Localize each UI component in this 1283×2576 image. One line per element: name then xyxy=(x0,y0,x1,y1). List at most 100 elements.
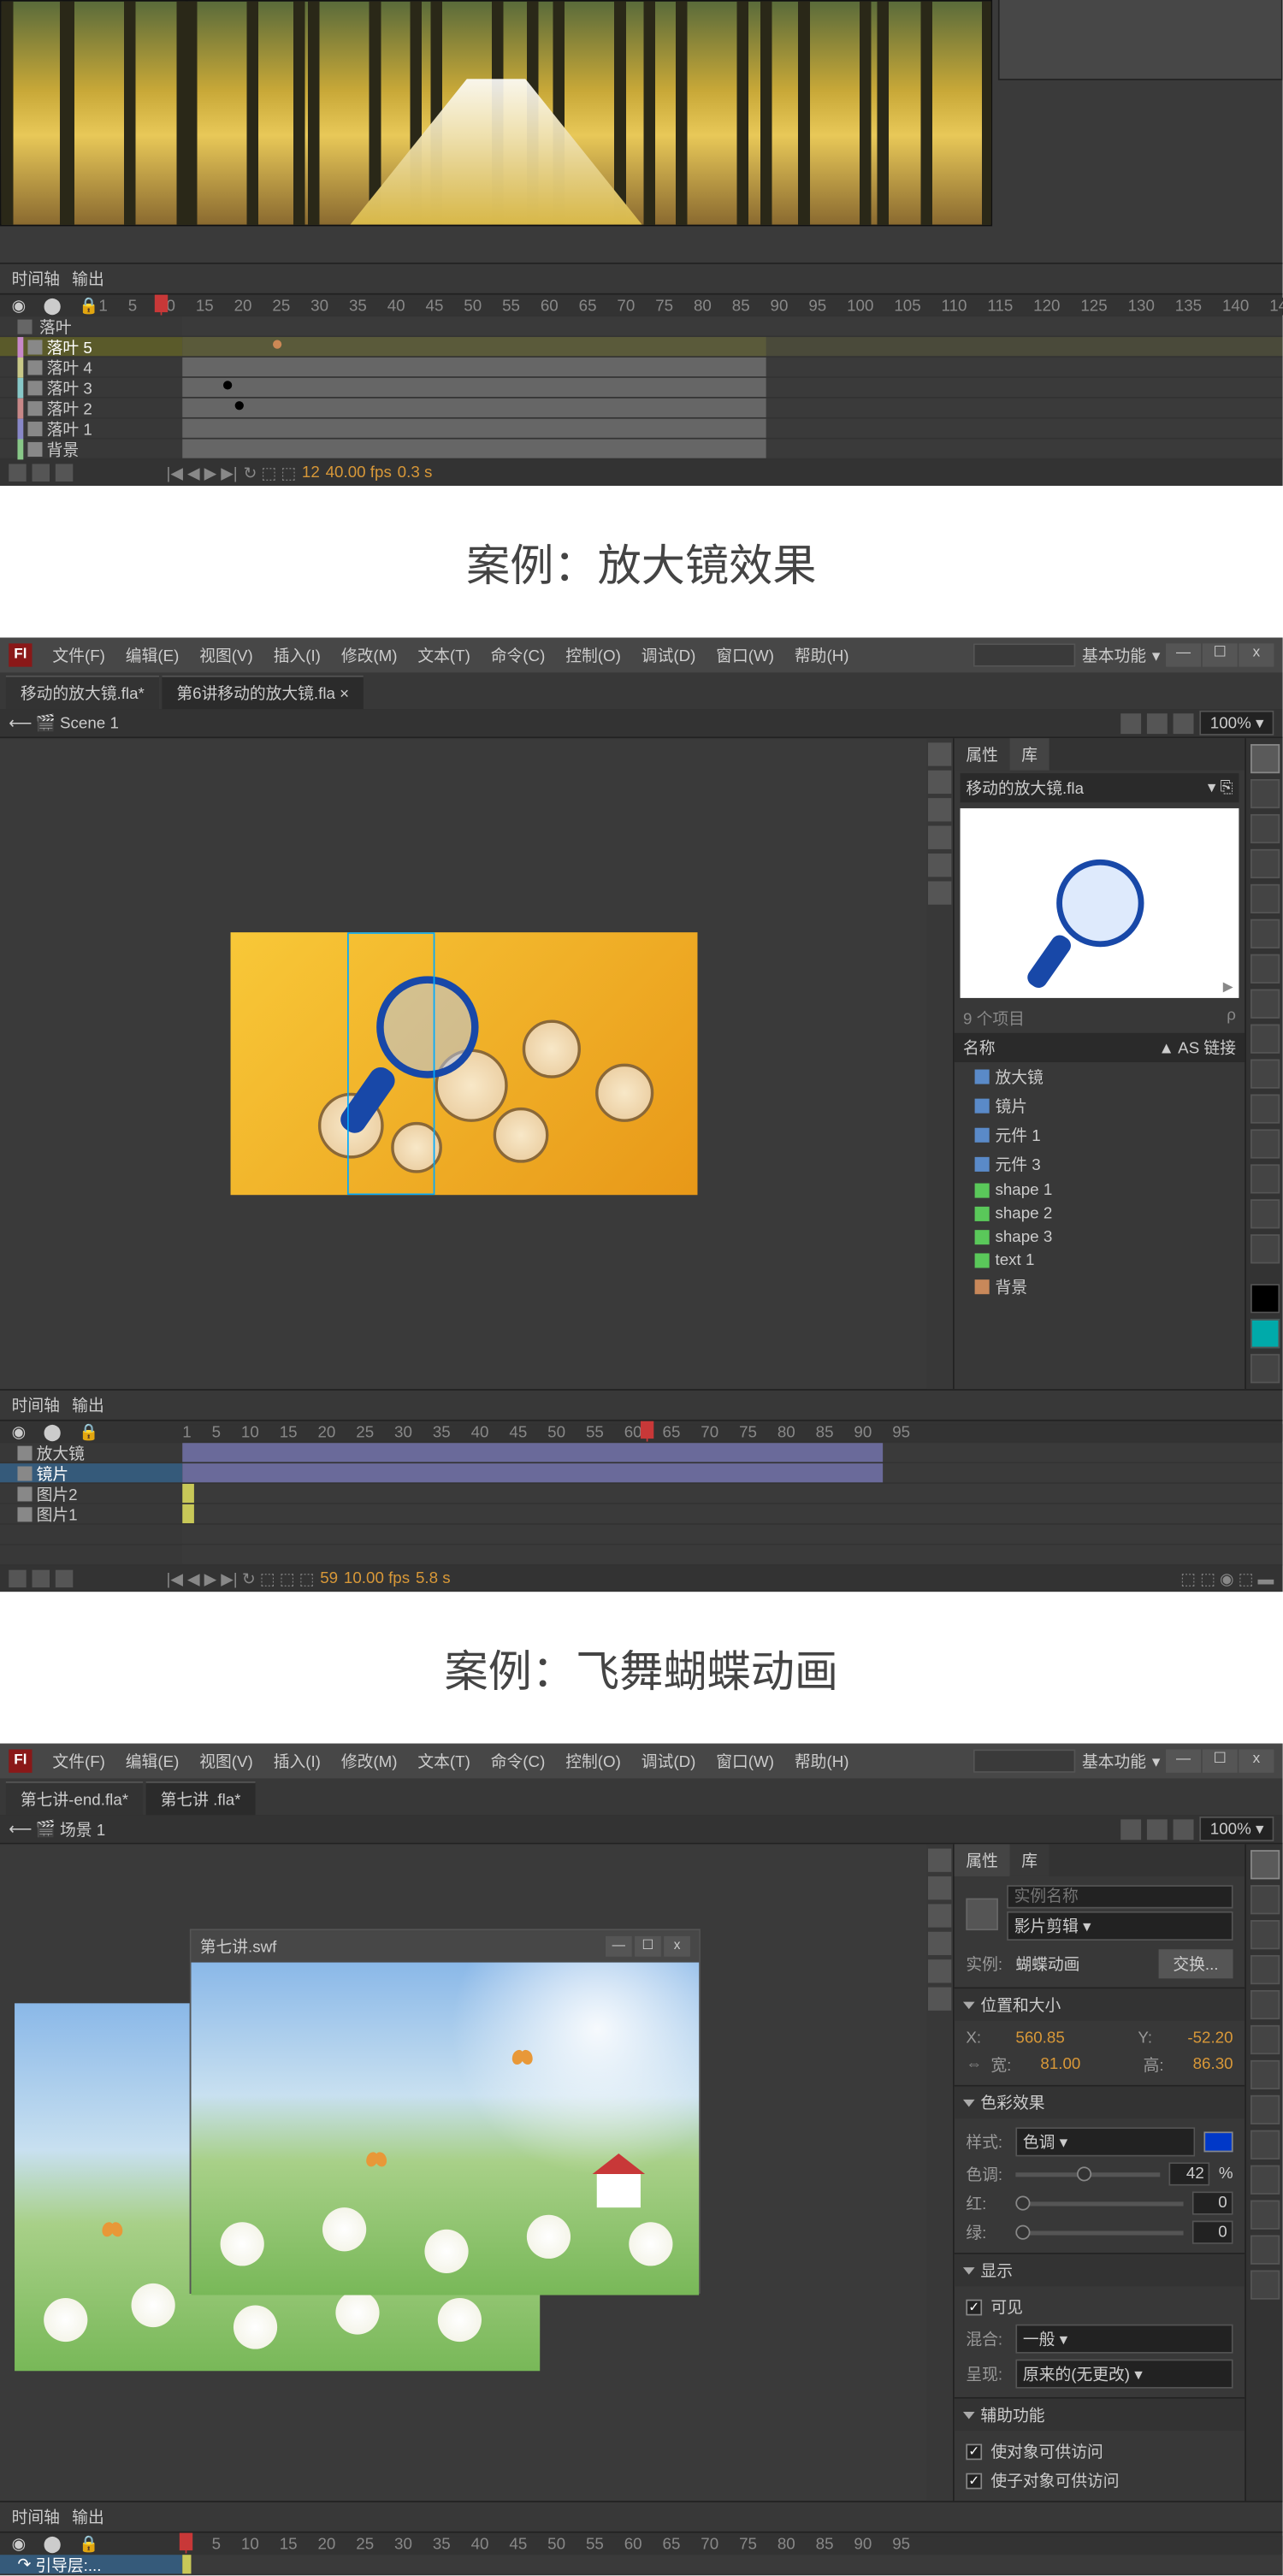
blend-dropdown[interactable]: 一般 ▾ xyxy=(1015,2325,1233,2354)
menu-modify[interactable]: 修改(M) xyxy=(333,641,406,670)
output-tab[interactable]: 输出 xyxy=(72,1397,104,1415)
swap-colors-icon[interactable] xyxy=(1250,1354,1280,1383)
menu-file[interactable]: 文件(F) xyxy=(44,1746,114,1775)
preview-close[interactable]: x xyxy=(664,1936,690,1957)
visible-checkbox[interactable] xyxy=(966,2299,982,2315)
edit-scene-icon[interactable] xyxy=(1121,712,1142,733)
layer-lens[interactable]: 镜片 xyxy=(0,1463,182,1482)
fill-color-icon[interactable] xyxy=(1250,1319,1280,1348)
acc-object-checkbox[interactable] xyxy=(966,2443,982,2460)
delete-layer-icon[interactable] xyxy=(56,464,73,482)
properties-tab[interactable]: 属性 xyxy=(955,738,1010,771)
layer-leaf1[interactable]: 落叶 1 xyxy=(0,419,182,438)
output-tab[interactable]: 输出 xyxy=(72,271,104,288)
library-tab[interactable]: 库 xyxy=(1010,1844,1049,1876)
paint-bucket-tool-icon[interactable] xyxy=(1250,1095,1280,1124)
style-dropdown[interactable]: 色调 ▾ xyxy=(1015,2127,1195,2156)
lib-item[interactable]: 放大镜 xyxy=(955,1062,1245,1091)
menu-view[interactable]: 视图(V) xyxy=(191,1746,262,1775)
playhead[interactable] xyxy=(160,297,162,314)
zoom-dropdown[interactable]: 100% ▾ xyxy=(1200,1817,1274,1841)
eyedropper-tool-icon[interactable] xyxy=(1250,1129,1280,1158)
tint-color-swatch[interactable] xyxy=(1203,2131,1233,2152)
file-tab-2[interactable]: 第七讲 .fla* xyxy=(146,1781,256,1815)
menu-control[interactable]: 控制(O) xyxy=(557,1746,630,1775)
maximize-button[interactable]: ☐ xyxy=(1203,643,1238,666)
menu-window[interactable]: 窗口(W) xyxy=(707,641,783,670)
y-value[interactable]: -52.20 xyxy=(1187,2029,1233,2047)
menu-text[interactable]: 文本(T) xyxy=(409,1746,479,1775)
preview-maximize[interactable]: ☐ xyxy=(635,1936,661,1957)
acc-children-checkbox[interactable] xyxy=(966,2473,982,2489)
lib-item[interactable]: 元件 1 xyxy=(955,1120,1245,1149)
output-tab[interactable]: 输出 xyxy=(72,2509,104,2526)
instance-type-dropdown[interactable]: 影片剪辑 ▾ xyxy=(1007,1911,1233,1941)
file-tab-1[interactable]: 移动的放大镜.fla* xyxy=(6,676,159,709)
menu-view[interactable]: 视图(V) xyxy=(191,641,262,670)
red-slider[interactable] xyxy=(1015,2201,1183,2206)
canvas[interactable]: 第七讲.swf — ☐ x xyxy=(0,1844,926,2501)
swf-preview-window[interactable]: 第七讲.swf — ☐ x xyxy=(190,1929,701,2294)
tint-slider[interactable] xyxy=(1015,2171,1160,2176)
menu-window[interactable]: 窗口(W) xyxy=(707,1746,783,1775)
menu-file[interactable]: 文件(F) xyxy=(44,641,114,670)
menu-control[interactable]: 控制(O) xyxy=(557,641,630,670)
rectangle-tool-icon[interactable] xyxy=(1250,2095,1280,2124)
new-layer-icon[interactable] xyxy=(9,464,26,482)
layer-image2[interactable]: 图片2 xyxy=(0,1484,182,1503)
lib-header-link[interactable]: ▲ AS 链接 xyxy=(1158,1036,1236,1059)
x-value[interactable]: 560.85 xyxy=(1015,2029,1064,2047)
menu-help[interactable]: 帮助(H) xyxy=(786,1746,858,1775)
layer-leaf3[interactable]: 落叶 3 xyxy=(0,378,182,397)
brush-tool-icon[interactable] xyxy=(1250,2165,1280,2195)
pencil-tool-icon[interactable] xyxy=(1250,1025,1280,1054)
lib-item[interactable]: 镜片 xyxy=(955,1091,1245,1120)
file-tab-2[interactable]: 第6讲移动的放大镜.fla × xyxy=(162,676,364,709)
stage-1[interactable] xyxy=(0,0,1283,263)
render-dropdown[interactable]: 原来的(无更改) ▾ xyxy=(1015,2360,1233,2389)
red-pct[interactable]: 0 xyxy=(1192,2191,1233,2214)
minimize-button[interactable]: — xyxy=(1166,643,1201,666)
file-tab-1[interactable]: 第七讲-end.fla* xyxy=(6,1781,143,1815)
eyedropper-tool-icon[interactable] xyxy=(1250,2236,1280,2265)
menu-text[interactable]: 文本(T) xyxy=(409,641,479,670)
fit-icon[interactable] xyxy=(1174,712,1194,733)
menu-command[interactable]: 命令(C) xyxy=(482,641,554,670)
close-button[interactable]: x xyxy=(1239,643,1274,666)
preview-minimize[interactable]: — xyxy=(606,1936,632,1957)
swap-button[interactable]: 交换... xyxy=(1158,1949,1233,1978)
width-value[interactable]: 81.00 xyxy=(1040,2056,1080,2073)
lasso-tool-icon[interactable] xyxy=(1250,1955,1280,1984)
text-tool-icon[interactable] xyxy=(1250,919,1280,948)
lasso-tool-icon[interactable] xyxy=(1250,849,1280,878)
new-layer-icon[interactable] xyxy=(9,1570,26,1587)
line-tool-icon[interactable] xyxy=(1250,954,1280,984)
transform-tool-icon[interactable] xyxy=(1250,1920,1280,1949)
menu-insert[interactable]: 插入(I) xyxy=(264,1746,329,1775)
new-folder-icon[interactable] xyxy=(33,1570,50,1587)
menu-edit[interactable]: 编辑(E) xyxy=(117,1746,188,1775)
hand-tool-icon[interactable] xyxy=(1250,1199,1280,1228)
selection-tool-icon[interactable] xyxy=(1250,1850,1280,1879)
timeline-ruler[interactable]: 1510152025303540455055606570758085909510… xyxy=(98,297,1283,314)
maximize-button[interactable]: ☐ xyxy=(1203,1749,1238,1772)
panel-icon-3[interactable] xyxy=(928,798,951,821)
brush-tool-icon[interactable] xyxy=(1250,1060,1280,1089)
section-color-effect[interactable]: 色彩效果 xyxy=(955,2087,1245,2119)
timeline-ruler[interactable]: 15101520253035404550556065707580859095 xyxy=(182,2535,1282,2552)
menu-help[interactable]: 帮助(H) xyxy=(786,641,858,670)
height-value[interactable]: 86.30 xyxy=(1193,2056,1233,2073)
timeline-ruler[interactable]: 15101520253035404550556065707580859095 xyxy=(182,1423,1282,1440)
paint-bucket-tool-icon[interactable] xyxy=(1250,2201,1280,2230)
canvas[interactable] xyxy=(0,738,926,1389)
workspace-dropdown[interactable]: 基本功能 xyxy=(1082,643,1146,666)
library-tab[interactable]: 库 xyxy=(1010,738,1049,771)
line-tool-icon[interactable] xyxy=(1250,2060,1280,2089)
layer-leaf2[interactable]: 落叶 2 xyxy=(0,399,182,417)
layer-leaf5[interactable]: 落叶 5 xyxy=(0,337,182,356)
playhead[interactable] xyxy=(186,2535,187,2552)
lib-item[interactable]: 元件 3 xyxy=(955,1149,1245,1179)
lib-item[interactable]: text 1 xyxy=(955,1249,1245,1272)
lib-item[interactable]: 背景 xyxy=(955,1273,1245,1302)
search-input[interactable] xyxy=(974,643,1076,666)
